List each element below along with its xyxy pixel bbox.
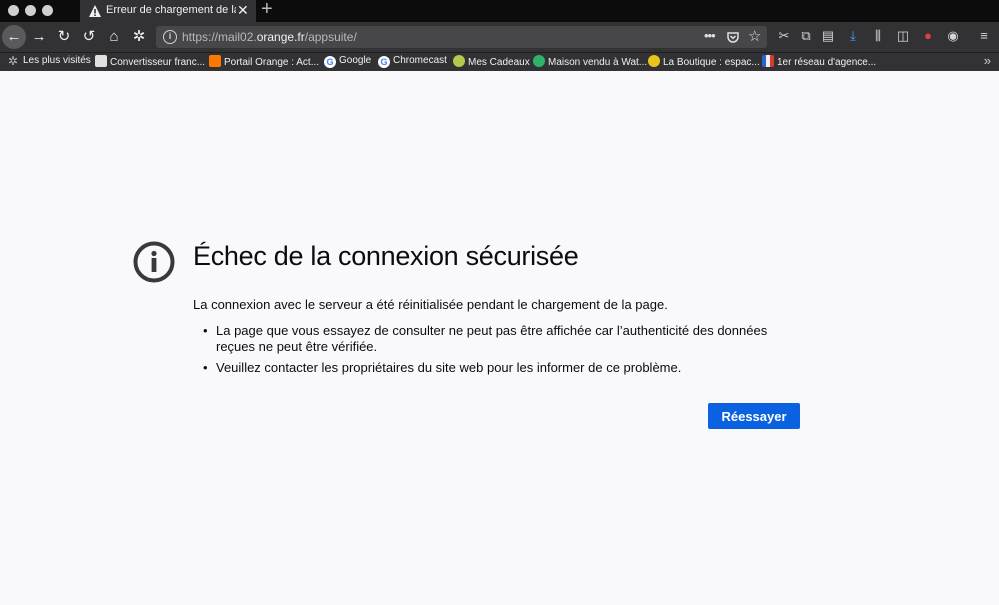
tab-title: Erreur de chargement de la page [106, 4, 236, 16]
account-icon[interactable]: ◉ [945, 28, 961, 44]
page-actions-icon[interactable]: ••• [704, 28, 716, 43]
bookmark-item[interactable]: La Boutique : espac... [648, 55, 760, 70]
bookmark-item[interactable]: Portail Orange : Act... [209, 55, 319, 70]
doc-icon [95, 55, 107, 67]
history-icon[interactable]: ↺ [79, 27, 99, 47]
bookmarks-overflow-icon[interactable]: » [984, 53, 991, 68]
back-button[interactable]: ← [2, 25, 26, 49]
title-bar: Erreur de chargement de la page ✕ + [0, 0, 999, 22]
home-button[interactable]: ⌂ [104, 27, 124, 47]
info-circle-icon [133, 241, 175, 283]
retry-button[interactable]: Réessayer [708, 403, 800, 429]
error-bullet: La page que vous essayez de consulter ne… [203, 323, 806, 355]
reload-button[interactable]: ↻ [54, 27, 74, 47]
google-icon: G [378, 56, 390, 68]
bookmark-item[interactable]: ✲ Les plus visités [8, 55, 91, 70]
navigation-toolbar: ← → ↻ ↺ ⌂ ✲ i https://mail02.orange.fr/a… [0, 22, 999, 52]
bookmark-item[interactable]: G Chromecast [378, 55, 447, 70]
warning-icon [89, 5, 101, 17]
bookmark-star-icon[interactable]: ☆ [748, 27, 761, 45]
error-bullet: Veuillez contacter les propriétaires du … [203, 360, 806, 376]
cut-icon[interactable]: ✂ [776, 28, 792, 44]
library-icon[interactable]: ⫼ [870, 28, 886, 44]
gift-icon [453, 55, 465, 67]
bookmark-item[interactable]: Convertisseur franc... [95, 55, 205, 70]
error-page: Échec de la connexion sécurisée La conne… [0, 71, 999, 605]
sidebar-icon[interactable]: ◫ [895, 28, 911, 44]
bookmark-item[interactable]: Mes Cadeaux [453, 55, 530, 70]
tab-close-icon[interactable]: ✕ [237, 2, 249, 19]
lemon-icon [648, 55, 660, 67]
tab-active[interactable]: Erreur de chargement de la page ✕ [80, 0, 256, 22]
bookmarks-toolbar: ✲ Les plus visités Convertisseur franc...… [0, 52, 999, 71]
site-info-icon[interactable]: i [163, 30, 177, 44]
error-bullet-list: La page que vous essayez de consulter ne… [203, 323, 806, 381]
window-zoom-button[interactable] [42, 5, 53, 16]
orange-icon [209, 55, 221, 67]
bookmark-item[interactable]: Maison vendu à Wat... [533, 55, 647, 70]
extension-shield-icon[interactable]: ● [920, 28, 936, 43]
error-title: Échec de la connexion sécurisée [193, 241, 579, 271]
window-close-button[interactable] [8, 5, 19, 16]
pocket-icon[interactable] [726, 30, 740, 44]
url-text[interactable]: https://mail02.orange.fr/appsuite/ [182, 30, 357, 44]
forward-button[interactable]: → [29, 27, 49, 47]
bookmark-item[interactable]: G Google [324, 55, 371, 70]
error-description: La connexion avec le serveur a été réini… [193, 297, 668, 312]
download-icon[interactable]: ⤓ [845, 28, 861, 44]
new-tab-button[interactable]: + [261, 0, 273, 21]
copy-icon[interactable]: ⧉ [798, 28, 814, 44]
extension-gear-icon[interactable]: ✲ [129, 27, 149, 47]
bookmark-item[interactable]: 1er réseau d'agence... [762, 55, 876, 70]
window-minimize-button[interactable] [25, 5, 36, 16]
flag-icon [762, 55, 774, 67]
gear-icon: ✲ [8, 54, 19, 68]
menu-icon[interactable]: ≡ [976, 28, 992, 43]
google-icon: G [324, 56, 336, 68]
triangle-icon [533, 55, 545, 67]
url-bar[interactable]: i https://mail02.orange.fr/appsuite/ •••… [156, 26, 767, 48]
paste-icon[interactable]: ▤ [820, 28, 836, 44]
